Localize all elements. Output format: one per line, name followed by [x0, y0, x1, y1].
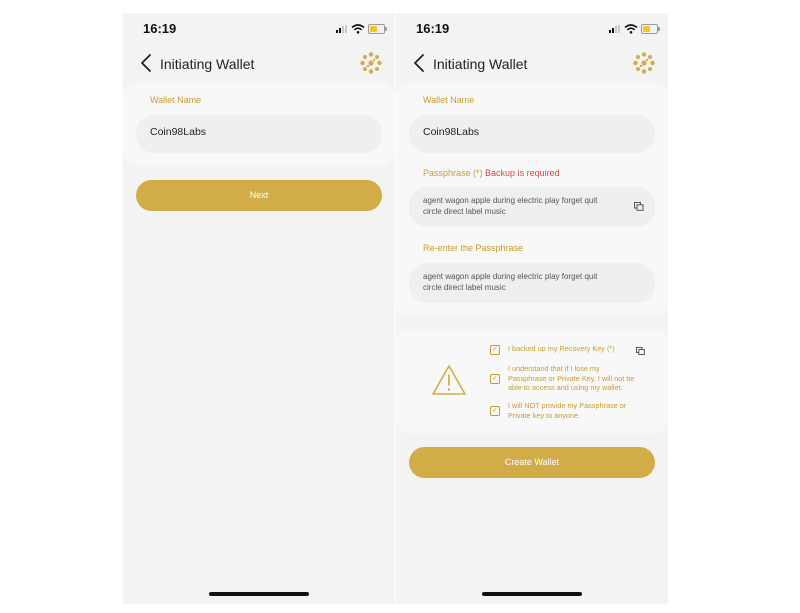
- check-row-understand[interactable]: ✓ I understand that if I lose my Passphr…: [490, 364, 654, 394]
- battery-icon: [368, 24, 387, 34]
- reenter-passphrase-line: agent wagon apple during electric play f…: [423, 272, 598, 281]
- status-time: 16:19: [143, 21, 177, 36]
- check-icon[interactable]: ✓: [490, 406, 500, 416]
- wallet-form-card: Wallet Name Coin98Labs Passphrase (*) Ba…: [396, 83, 668, 316]
- next-button[interactable]: Next: [136, 180, 382, 211]
- passphrase-line: circle direct label music: [423, 206, 506, 216]
- page-title: Initiating Wallet: [433, 56, 528, 72]
- reenter-passphrase-line: circle direct label music: [423, 282, 506, 292]
- home-indicator: [209, 592, 309, 596]
- status-time: 16:19: [416, 21, 450, 36]
- right-screen: 16:19 Initiating Wallet Wallet Name Coin…: [396, 13, 668, 604]
- left-screen: 16:19 Initiating Wallet Wallet Name Coin: [123, 13, 395, 604]
- reenter-passphrase-input[interactable]: agent wagon apple during electric play f…: [409, 263, 655, 303]
- check-text-line: Private key to anyone.: [508, 410, 581, 420]
- signal-icon: [609, 25, 620, 33]
- coin98-logo-icon[interactable]: [359, 51, 383, 75]
- wallet-name-input[interactable]: Coin98Labs: [409, 115, 655, 153]
- passphrase-field[interactable]: agent wagon apple during electric play f…: [409, 187, 655, 227]
- wallet-name-label: Wallet Name: [423, 95, 475, 105]
- check-text-line: able to access and using my wallet.: [508, 383, 623, 392]
- check-text-backup: I backed up my Recovery Key (*): [508, 344, 615, 353]
- check-icon[interactable]: ✓: [490, 345, 500, 355]
- signal-icon: [336, 25, 347, 33]
- wifi-icon: [351, 24, 365, 34]
- page-title: Initiating Wallet: [160, 56, 255, 72]
- warning-triangle-icon: [432, 365, 466, 395]
- wallet-name-input[interactable]: Coin98Labs: [136, 115, 382, 153]
- chevron-left-icon[interactable]: [410, 52, 430, 74]
- wallet-name-value: Coin98Labs: [150, 126, 207, 138]
- reenter-passphrase-text: agent wagon apple during electric play f…: [423, 272, 625, 293]
- passphrase-label-text: Passphrase (*): [423, 168, 483, 178]
- status-bar: 16:19: [396, 13, 668, 43]
- wifi-icon: [624, 24, 638, 34]
- coin98-logo-icon[interactable]: [632, 51, 656, 75]
- backup-required-text: Backup is required: [485, 168, 560, 178]
- check-icon[interactable]: ✓: [490, 374, 500, 384]
- wallet-name-value: Coin98Labs: [423, 126, 480, 138]
- confirmation-card: ✓ I backed up my Recovery Key (*) ✓ I un…: [396, 329, 668, 433]
- reenter-passphrase-label: Re-enter the Passphrase: [423, 243, 524, 253]
- create-wallet-button[interactable]: Create Wallet: [409, 447, 655, 478]
- nav-bar: Initiating Wallet: [123, 43, 395, 83]
- passphrase-label: Passphrase (*) Backup is required: [423, 168, 560, 178]
- check-text-not-provide: I will NOT provide my Passphrase or Priv…: [508, 401, 626, 420]
- home-indicator: [482, 592, 582, 596]
- nav-bar: Initiating Wallet: [396, 43, 668, 83]
- copy-icon[interactable]: [636, 347, 645, 355]
- passphrase-text: agent wagon apple during electric play f…: [423, 196, 625, 217]
- check-row-not-provide[interactable]: ✓ I will NOT provide my Passphrase or Pr…: [490, 401, 654, 421]
- check-text-understand: I understand that if I lose my Passphras…: [508, 364, 634, 393]
- check-text-line: Passphrase or Private Key, I will not be: [508, 373, 635, 383]
- status-bar: 16:19: [123, 13, 395, 43]
- copy-icon[interactable]: [634, 202, 644, 211]
- chevron-left-icon[interactable]: [137, 52, 157, 74]
- check-text-line: I will NOT provide my Passphrase or: [508, 401, 627, 410]
- check-row-backup[interactable]: ✓ I backed up my Recovery Key (*): [490, 344, 654, 356]
- wallet-name-card: Wallet Name Coin98Labs: [123, 83, 395, 165]
- battery-icon: [641, 24, 660, 34]
- wallet-name-label: Wallet Name: [150, 95, 202, 105]
- passphrase-line: agent wagon apple during electric play f…: [423, 196, 598, 205]
- check-text-line: I understand that if I lose my: [508, 364, 600, 373]
